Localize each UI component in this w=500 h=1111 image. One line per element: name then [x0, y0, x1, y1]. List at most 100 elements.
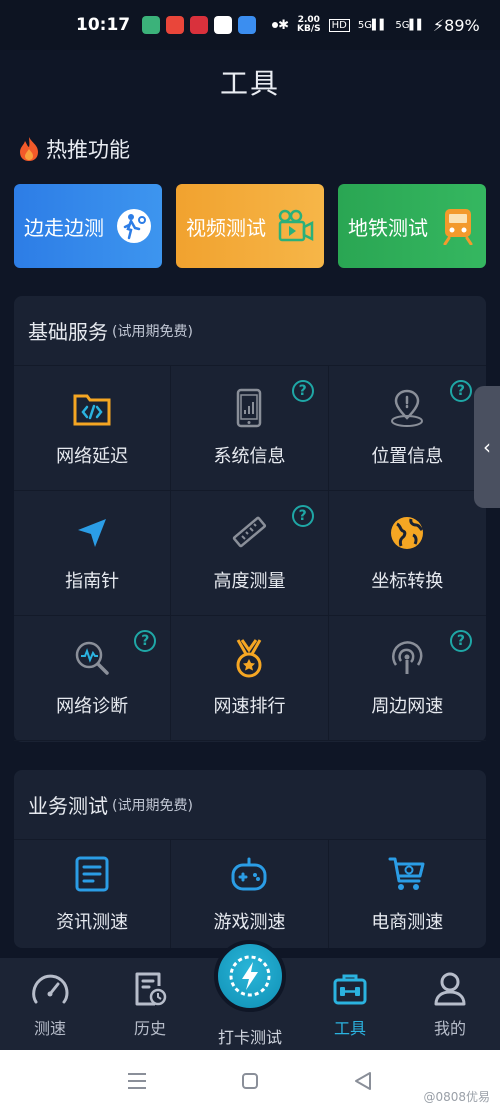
tool-coordinate-convert[interactable]: 坐标转换 — [328, 491, 486, 616]
home-icon[interactable] — [235, 1066, 265, 1096]
nav-profile[interactable]: 我的 — [400, 958, 500, 1050]
section-title: 基础服务 — [28, 320, 108, 344]
tool-system-info[interactable]: ? 系统信息 — [171, 366, 329, 491]
hd-badge: HD — [328, 18, 350, 32]
net-speed-unit: KB/S — [297, 24, 321, 34]
status-bar: 10:17 ✱ 2.00 KB/S HD 5G▌▌ 5G▌▌ ⚡89% — [0, 0, 500, 50]
shopping-cart-icon — [387, 854, 427, 894]
tool-ecommerce-speed[interactable]: 电商测速 — [329, 840, 486, 948]
nav-label: 我的 — [433, 1019, 466, 1038]
speedometer-icon — [30, 969, 70, 1009]
tool-compass[interactable]: 指南针 — [14, 491, 172, 616]
tool-label: 网速排行 — [213, 696, 286, 717]
tool-news-speed[interactable]: 资讯测速 — [14, 840, 172, 948]
tool-label: 电商测速 — [371, 912, 444, 933]
bluetooth-icon: ✱ — [278, 17, 290, 33]
globe-icon — [387, 513, 427, 553]
subway-train-icon — [438, 206, 478, 246]
tool-label: 周边网速 — [371, 696, 444, 717]
tool-label: 网络延迟 — [56, 446, 129, 467]
help-icon[interactable]: ? — [134, 630, 157, 652]
cloud-app-icon — [238, 16, 257, 34]
download-app-icon — [142, 16, 161, 34]
side-drawer-handle[interactable]: ‹ — [474, 386, 500, 508]
red-app-icon-2 — [190, 16, 209, 34]
tool-game-speed[interactable]: 游戏测速 — [171, 840, 329, 948]
signal-1-icon: 5G▌▌ — [357, 19, 388, 31]
tool-altitude[interactable]: ? 高度测量 — [171, 491, 329, 616]
hot-header: 热推功能 — [18, 134, 130, 164]
section-subtitle: (试用期免费) — [112, 797, 193, 814]
hot-card-label: 边走边测 — [24, 215, 104, 240]
tool-label: 网络诊断 — [56, 696, 129, 717]
tool-label: 资讯测速 — [56, 912, 129, 933]
compass-arrow-icon — [72, 513, 112, 553]
page-title: 工具 — [219, 67, 280, 100]
help-icon[interactable]: ? — [291, 380, 314, 402]
section-title: 业务测试 — [28, 794, 108, 818]
checkin-speed-icon[interactable] — [214, 940, 286, 1012]
back-icon[interactable] — [348, 1066, 378, 1096]
nav-tools[interactable]: 工具 — [300, 958, 400, 1050]
net-speed: 2.00 KB/S — [297, 16, 321, 34]
basic-services-grid: 网络延迟 ? 系统信息 ? 位置信息 指南针 ? 高度测量 坐标转换 ? 网络诊… — [14, 366, 486, 741]
walking-person-icon — [114, 206, 154, 246]
battery-level: ⚡89% — [432, 15, 480, 35]
menu-icon[interactable] — [122, 1066, 152, 1096]
hot-card-label: 视频测试 — [186, 215, 266, 240]
hot-card-video-test[interactable]: 视频测试 — [176, 184, 324, 268]
hot-cards: 边走边测 视频测试 地铁测试 — [14, 184, 486, 268]
tool-label: 位置信息 — [371, 446, 444, 467]
help-icon[interactable]: ? — [449, 630, 472, 652]
nav-label: 历史 — [133, 1019, 166, 1038]
smartphone-icon — [229, 388, 269, 428]
broadcast-icon — [387, 638, 427, 678]
nav-speed-test[interactable]: 测速 — [0, 958, 100, 1050]
tool-network-latency[interactable]: 网络延迟 — [14, 366, 172, 491]
blue-app-icon — [214, 16, 233, 34]
nav-checkin-test[interactable]: 打卡测试 — [200, 940, 300, 1050]
tool-nearby-speed[interactable]: ? 周边网速 — [328, 616, 486, 741]
basic-services-header: 基础服务 (试用期免费) — [14, 296, 486, 366]
status-right: ✱ 2.00 KB/S HD 5G▌▌ 5G▌▌ ⚡89% — [278, 16, 480, 35]
hot-title: 热推功能 — [46, 138, 130, 162]
tool-label: 高度测量 — [213, 571, 286, 592]
system-nav-bar: @0808优易 — [0, 1050, 500, 1111]
nav-history[interactable]: 历史 — [100, 958, 200, 1050]
hot-card-label: 地铁测试 — [348, 215, 428, 240]
tool-label: 系统信息 — [213, 446, 286, 467]
status-time: 10:17 — [76, 15, 131, 35]
nav-label: 打卡测试 — [217, 1028, 282, 1047]
tool-location-info[interactable]: ? 位置信息 — [328, 366, 486, 491]
tool-label: 指南针 — [65, 571, 120, 592]
notification-icons — [142, 16, 279, 34]
video-camera-icon — [276, 206, 316, 246]
tool-speed-ranking[interactable]: 网速排行 — [171, 616, 329, 741]
ruler-icon — [229, 513, 269, 553]
user-icon — [430, 969, 470, 1009]
toolbox-icon — [330, 969, 370, 1009]
tool-network-diagnose[interactable]: ? 网络诊断 — [14, 616, 172, 741]
search-diagnose-icon — [72, 638, 112, 678]
business-tests-grid: 资讯测速 游戏测速 电商测速 — [14, 840, 486, 948]
tool-label: 游戏测速 — [213, 912, 286, 933]
hot-card-walk-test[interactable]: 边走边测 — [14, 184, 162, 268]
history-icon — [130, 969, 170, 1009]
medal-icon — [229, 638, 269, 678]
bottom-nav: 测速 历史 打卡测试 工具 我的 — [0, 940, 500, 1050]
business-tests-section: 业务测试 (试用期免费) 资讯测速 游戏测速 电商测速 — [14, 770, 486, 948]
red-app-icon — [166, 16, 185, 34]
nav-label: 工具 — [333, 1019, 366, 1038]
watermark: @0808优易 — [423, 1090, 490, 1104]
business-tests-header: 业务测试 (试用期免费) — [14, 770, 486, 840]
basic-services-section: 基础服务 (试用期免费) 网络延迟 ? 系统信息 ? 位置信息 指南针 ? 高度… — [14, 296, 486, 742]
fire-icon — [20, 137, 38, 161]
news-icon — [72, 854, 112, 894]
gamepad-icon — [229, 854, 269, 894]
help-icon[interactable]: ? — [291, 505, 314, 527]
code-folder-icon — [72, 388, 112, 428]
hot-card-subway-test[interactable]: 地铁测试 — [338, 184, 486, 268]
help-icon[interactable]: ? — [449, 380, 472, 402]
tool-label: 坐标转换 — [371, 571, 444, 592]
section-subtitle: (试用期免费) — [112, 323, 193, 340]
